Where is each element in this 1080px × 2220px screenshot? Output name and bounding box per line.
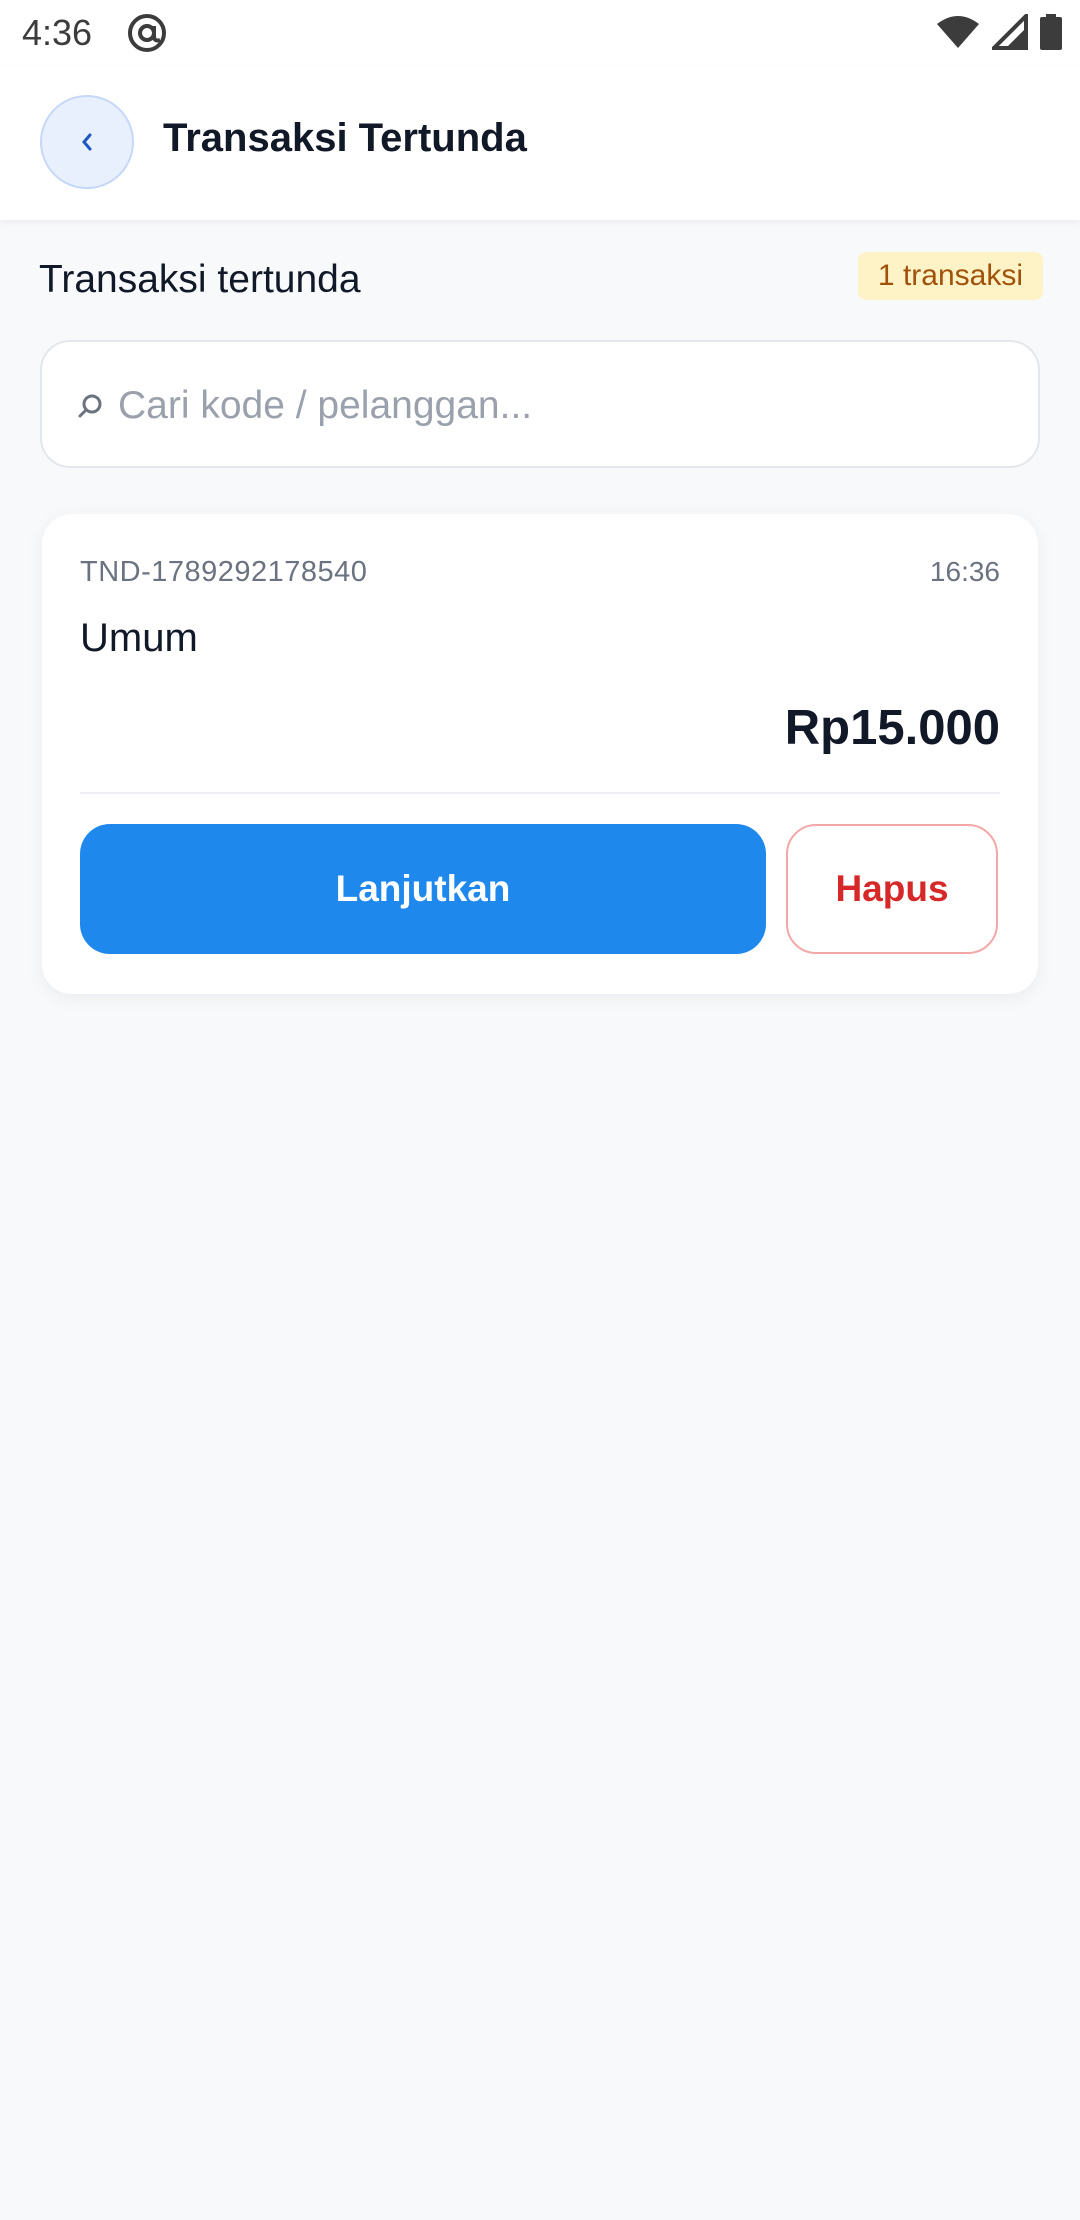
search-icon (78, 394, 102, 418)
status-bar: 4:36 (0, 0, 1080, 66)
cellular-signal-icon (988, 11, 1028, 50)
count-badge: 1 transaksi (857, 252, 1043, 300)
battery-icon (1040, 14, 1062, 50)
divider (80, 792, 1000, 794)
chevron-left-icon (82, 133, 92, 151)
app-bar: Transaksi Tertunda (0, 66, 1080, 221)
section-title: Transaksi tertunda (39, 258, 361, 301)
wifi-icon (937, 16, 980, 48)
at-sign-icon (126, 12, 168, 54)
delete-button[interactable]: Hapus (786, 824, 998, 954)
transaction-total: Rp15.000 (784, 701, 1000, 755)
continue-button[interactable]: Lanjutkan (80, 824, 766, 954)
search-input[interactable] (116, 370, 1000, 442)
search-box[interactable] (40, 340, 1040, 468)
customer-name: Umum (80, 616, 198, 660)
status-icons (929, 11, 1062, 50)
back-button[interactable] (40, 95, 134, 189)
transaction-card: TND-1789292178540 16:36 Umum Rp15.000 La… (42, 514, 1038, 994)
page-title: Transaksi Tertunda (163, 116, 527, 160)
status-time: 4:36 (22, 12, 93, 53)
transaction-code: TND-1789292178540 (80, 556, 368, 588)
transaction-time: 16:36 (929, 556, 1000, 587)
